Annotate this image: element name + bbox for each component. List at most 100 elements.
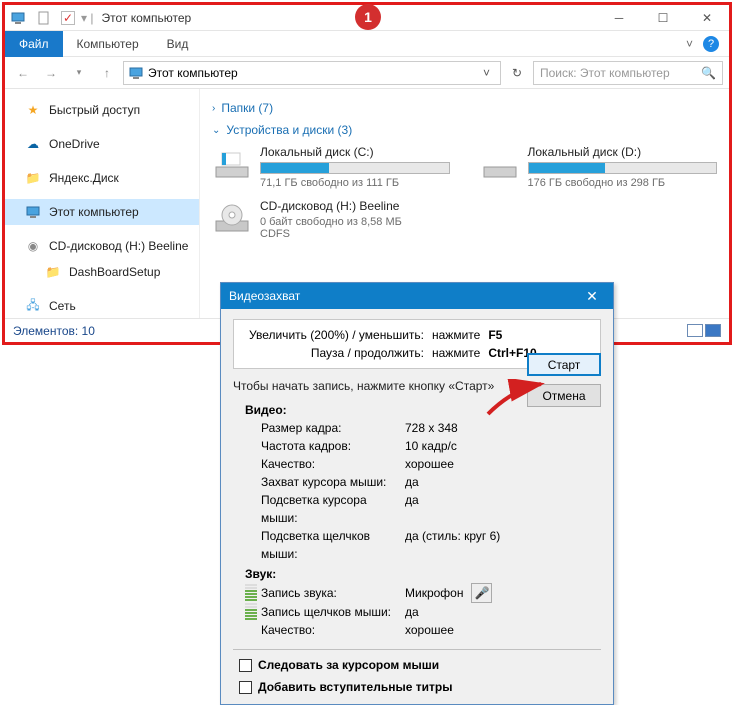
checkbox-follow-cursor[interactable]: Следовать за курсором мыши bbox=[233, 658, 601, 672]
doc-icon bbox=[35, 9, 53, 27]
prop-label: Подсветка курсора мыши: bbox=[245, 491, 405, 527]
checkbox-label: Следовать за курсором мыши bbox=[258, 658, 439, 672]
search-input[interactable]: Поиск: Этот компьютер 🔍 bbox=[533, 61, 723, 85]
drive-free: 0 байт свободно из 8,58 МБ bbox=[260, 216, 472, 228]
drive-icon bbox=[480, 145, 520, 185]
tab-computer[interactable]: Компьютер bbox=[63, 31, 153, 57]
refresh-button[interactable]: ↻ bbox=[505, 66, 529, 80]
prop-value: да bbox=[405, 491, 419, 527]
sidebar-label: DashBoardSetup bbox=[69, 265, 160, 279]
sidebar-item-network[interactable]: 🖧 Сеть bbox=[5, 293, 199, 319]
recent-chevron-icon[interactable]: ▾ bbox=[67, 61, 91, 85]
prop-value: Микрофон bbox=[405, 584, 463, 602]
chevron-right-icon: › bbox=[212, 103, 215, 114]
search-icon: 🔍 bbox=[701, 66, 716, 80]
prop-label: Запись щелчков мыши: bbox=[261, 603, 405, 621]
search-placeholder: Поиск: Этот компьютер bbox=[540, 66, 670, 80]
qat-sep: ▾ | bbox=[81, 11, 93, 25]
prop-label: Подсветка щелчков мыши: bbox=[245, 527, 405, 563]
sidebar-item-onedrive[interactable]: ☁ OneDrive bbox=[5, 131, 199, 157]
sidebar-label: Яндекс.Диск bbox=[49, 171, 119, 185]
cloud-icon: ☁ bbox=[25, 136, 41, 152]
prop-value: да bbox=[405, 473, 419, 491]
group-label: Устройства и диски (3) bbox=[226, 123, 352, 137]
audio-heading: Звук: bbox=[245, 565, 601, 583]
help-icon[interactable]: ? bbox=[703, 36, 719, 52]
address-bar: ← → ▾ ↑ Этот компьютер ˅ ↻ Поиск: Этот к… bbox=[5, 57, 729, 89]
group-folders[interactable]: › Папки (7) bbox=[212, 101, 717, 115]
hint-label: Увеличить (200%) / уменьшить: bbox=[244, 326, 424, 344]
sidebar-label: OneDrive bbox=[49, 137, 100, 151]
prop-label: Размер кадра: bbox=[245, 419, 405, 437]
sidebar: ★Быстрый доступ ☁ OneDrive 📁 Яндекс.Диск Э… bbox=[5, 89, 200, 319]
folder-icon: 📁 bbox=[25, 170, 41, 186]
sidebar-item-cd[interactable]: ◉ CD-дисковод (H:) Beeline bbox=[5, 233, 199, 259]
view-details-button[interactable] bbox=[687, 324, 703, 337]
sidebar-label: Этот компьютер bbox=[49, 205, 139, 219]
hint-text: нажмите bbox=[432, 326, 480, 344]
disc-icon bbox=[212, 199, 252, 239]
sidebar-label: CD-дисковод (H:) Beeline bbox=[49, 239, 188, 253]
disc-icon: ◉ bbox=[25, 238, 41, 254]
chevron-down-icon: ⌄ bbox=[212, 125, 220, 136]
drive-name: Локальный диск (C:) bbox=[260, 145, 450, 159]
arrow-icon bbox=[483, 379, 553, 419]
drive-fs: CDFS bbox=[260, 228, 472, 240]
close-button[interactable]: ✕ bbox=[685, 5, 729, 31]
prop-label: Качество: bbox=[245, 455, 405, 473]
item-count: Элементов: 10 bbox=[13, 324, 95, 338]
prop-value: 728 x 348 bbox=[405, 419, 458, 437]
sidebar-item-quick[interactable]: ★Быстрый доступ bbox=[5, 97, 199, 123]
drive-free: 176 ГБ свободно из 298 ГБ bbox=[528, 177, 718, 189]
sidebar-item-dash[interactable]: 📁 DashBoardSetup bbox=[5, 259, 199, 285]
view-tiles-button[interactable] bbox=[705, 324, 721, 337]
mic-config-icon[interactable]: 🎤 bbox=[471, 583, 492, 603]
ribbon-chevron-icon[interactable]: ˅ bbox=[686, 37, 693, 51]
annotation-marker: 1 bbox=[355, 4, 381, 30]
checkbox-icon bbox=[239, 659, 252, 672]
sidebar-item-yandex[interactable]: 📁 Яндекс.Диск bbox=[5, 165, 199, 191]
start-button[interactable]: Старт bbox=[527, 353, 601, 376]
tab-file[interactable]: Файл bbox=[5, 31, 63, 57]
prop-value: 10 кадр/с bbox=[405, 437, 457, 455]
star-icon: ★ bbox=[25, 102, 41, 118]
minimize-button[interactable]: ─ bbox=[597, 5, 641, 31]
prop-label: Частота кадров: bbox=[245, 437, 405, 455]
address-text: Этот компьютер bbox=[148, 66, 238, 80]
group-devices[interactable]: ⌄ Устройства и диски (3) bbox=[212, 123, 717, 137]
dialog-close-button[interactable]: ✕ bbox=[579, 288, 605, 305]
prop-label: Захват курсора мыши: bbox=[245, 473, 405, 491]
drive-bar bbox=[260, 162, 450, 174]
prop-value: хорошее bbox=[405, 455, 454, 473]
addr-chevron-icon[interactable]: ˅ bbox=[477, 66, 496, 80]
sidebar-label: Сеть bbox=[49, 299, 76, 313]
tab-view[interactable]: Вид bbox=[153, 31, 203, 57]
group-label: Папки (7) bbox=[221, 101, 273, 115]
address-box[interactable]: Этот компьютер ˅ bbox=[123, 61, 501, 85]
sidebar-item-thispc[interactable]: Этот компьютер bbox=[5, 199, 199, 225]
pc-icon bbox=[9, 9, 27, 27]
network-icon: 🖧 bbox=[25, 298, 41, 314]
prop-value: хорошее bbox=[405, 621, 454, 639]
check-icon: ✓ bbox=[61, 11, 75, 25]
maximize-button[interactable]: ☐ bbox=[641, 5, 685, 31]
checkbox-label: Добавить вступительные титры bbox=[258, 680, 452, 694]
level-meter-icon bbox=[245, 603, 257, 621]
pc-icon bbox=[25, 204, 41, 220]
checkbox-intro-titles[interactable]: Добавить вступительные титры bbox=[233, 680, 601, 694]
back-button[interactable]: ← bbox=[11, 61, 35, 85]
drive-c[interactable]: Локальный диск (C:) 71,1 ГБ свободно из … bbox=[212, 145, 450, 189]
pc-icon bbox=[128, 65, 144, 81]
window-title: Этот компьютер bbox=[101, 11, 191, 25]
drive-d[interactable]: Локальный диск (D:) 176 ГБ свободно из 2… bbox=[480, 145, 718, 189]
up-button[interactable]: ↑ bbox=[95, 61, 119, 85]
prop-value: да (стиль: круг 6) bbox=[405, 527, 500, 563]
prop-label: Запись звука: bbox=[261, 584, 405, 602]
folder-icon: 📁 bbox=[45, 264, 61, 280]
drive-name: CD-дисковод (H:) Beeline bbox=[260, 199, 472, 213]
forward-button[interactable]: → bbox=[39, 61, 63, 85]
drive-bar bbox=[528, 162, 718, 174]
level-meter-icon bbox=[245, 584, 257, 602]
drive-cd[interactable]: CD-дисковод (H:) Beeline 0 байт свободно… bbox=[212, 199, 472, 240]
drive-name: Локальный диск (D:) bbox=[528, 145, 718, 159]
